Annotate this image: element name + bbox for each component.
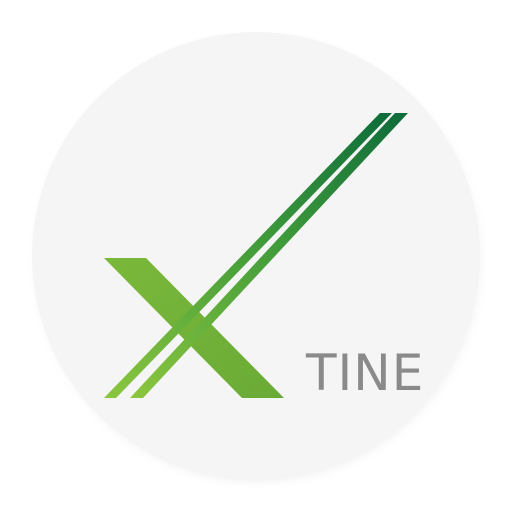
wordmark-text: TINE xyxy=(306,344,425,402)
app-icon: TINE xyxy=(0,0,512,512)
badge-background xyxy=(32,32,480,480)
xtine-x-logo-icon xyxy=(26,28,490,492)
